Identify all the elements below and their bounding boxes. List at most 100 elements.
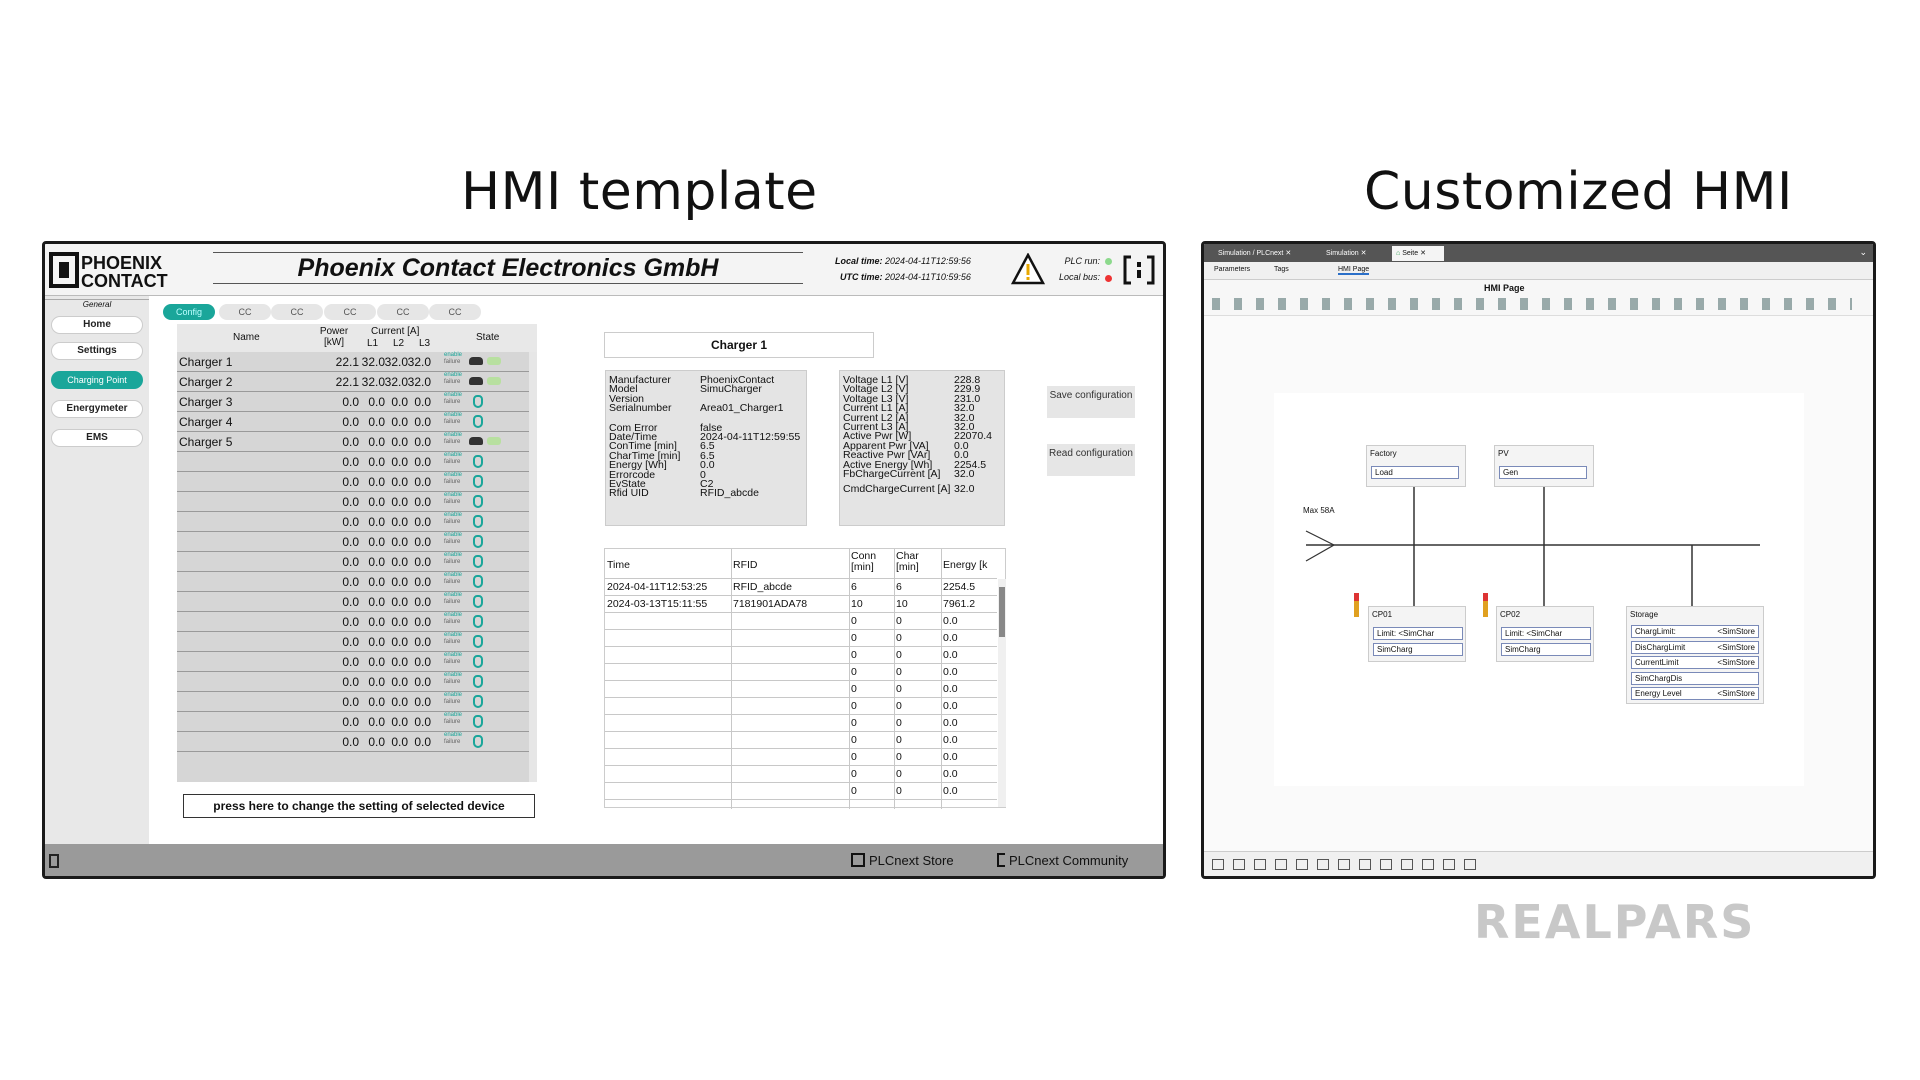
table-row[interactable]: 0.0 0.0 0.0 0.0 enable failure: [177, 692, 529, 712]
table-row[interactable]: 0.0 0.0 0.0 0.0 enable failure: [177, 452, 529, 472]
community-label: PLCnext Community: [1009, 853, 1129, 868]
change-setting-button[interactable]: press here to change the setting of sele…: [183, 794, 535, 818]
table-row[interactable]: 0.0 0.0 0.0 0.0 enable failure: [177, 632, 529, 652]
tab-cc-3[interactable]: CC: [324, 304, 376, 320]
table-row[interactable]: Charger 5 0.0 0.0 0.0 0.0 enable failure: [177, 432, 529, 452]
storage-field[interactable]: CurrentLimit <SimStore: [1631, 656, 1759, 669]
plcnext-icon[interactable]: [1121, 253, 1157, 292]
subtab-tags[interactable]: Tags: [1274, 266, 1289, 273]
tab-config[interactable]: Config: [163, 304, 215, 320]
tab-cc-5[interactable]: CC: [429, 304, 481, 320]
chevron-down-icon[interactable]: ⌄: [1859, 247, 1867, 258]
toolbar-tool-icon[interactable]: [1296, 859, 1308, 870]
failure-label: failure: [444, 719, 461, 725]
toolbar-icons[interactable]: [1212, 298, 1852, 310]
sidebar-item-charging-point[interactable]: Charging Point: [51, 371, 143, 389]
sidebar-item-settings[interactable]: Settings: [51, 342, 143, 360]
cp01-node[interactable]: CP01 Limit: <SimChar SimCharg: [1368, 606, 1466, 662]
history-row[interactable]: 0 0 0.0: [605, 681, 997, 698]
toolbar-tool-icon[interactable]: [1401, 859, 1413, 870]
table-row[interactable]: Charger 1 22.1 32.0 32.0 32.0 enable failure: [177, 352, 529, 372]
history-row[interactable]: 0 0 0.0: [605, 698, 997, 715]
toolbar-tool-icon[interactable]: [1422, 859, 1434, 870]
tab-simulation-plcnext-label: Simulation / PLCnext: [1218, 250, 1284, 257]
history-cell: 0.0: [943, 615, 958, 627]
cp01-simcharg-field[interactable]: SimCharg: [1373, 643, 1463, 656]
storage-node[interactable]: Storage ChargLimit: <SimStore DisChargLimi…: [1626, 606, 1764, 704]
storage-field[interactable]: Energy Level <SimStore: [1631, 687, 1759, 700]
tab-cc-1[interactable]: CC: [219, 304, 271, 320]
tab-cc-2[interactable]: CC: [271, 304, 323, 320]
save-configuration-button[interactable]: Save configuration: [1047, 386, 1135, 418]
table-row[interactable]: 0.0 0.0 0.0 0.0 enable failure: [177, 732, 529, 752]
charger-p: 22.1: [335, 355, 359, 369]
history-row[interactable]: 0 0 0.0: [605, 647, 997, 664]
history-col-energy: Energy [k: [943, 559, 988, 571]
history-row[interactable]: 0 0 0.0: [605, 664, 997, 681]
toolbar-tool-icon[interactable]: [1359, 859, 1371, 870]
table-row[interactable]: 0.0 0.0 0.0 0.0 enable failure: [177, 572, 529, 592]
toolbar-tool-icon[interactable]: [1212, 859, 1224, 870]
sidebar-item-home[interactable]: Home: [51, 316, 143, 334]
toolbar-tool-icon[interactable]: [1338, 859, 1350, 870]
table-row[interactable]: Charger 2 22.1 32.0 32.0 32.0 enable failure: [177, 372, 529, 392]
table-row[interactable]: Charger 4 0.0 0.0 0.0 0.0 enable failure: [177, 412, 529, 432]
toolbar-tool-icon[interactable]: [1443, 859, 1455, 870]
table-row[interactable]: 0.0 0.0 0.0 0.0 enable failure: [177, 712, 529, 732]
col-state: State: [476, 332, 500, 343]
read-configuration-button[interactable]: Read configuration: [1047, 444, 1135, 476]
tab-simulation-plcnext[interactable]: Simulation / PLCnext ✕: [1214, 246, 1318, 261]
factory-load-field[interactable]: Load: [1371, 466, 1459, 479]
table-row[interactable]: 0.0 0.0 0.0 0.0 enable failure: [177, 592, 529, 612]
sidebar-item-ems[interactable]: EMS: [51, 429, 143, 447]
history-row[interactable]: 0 0 0.0: [605, 613, 997, 630]
enable-label: enable: [444, 412, 463, 418]
history-row[interactable]: 0 0 0.0: [605, 630, 997, 647]
pv-node[interactable]: PV Gen: [1494, 445, 1594, 487]
storage-field[interactable]: SimChargDis: [1631, 671, 1759, 685]
tab-cc-4[interactable]: CC: [377, 304, 429, 320]
subtab-hmi-page[interactable]: HMI Page: [1338, 266, 1370, 275]
table-row[interactable]: Charger 3 0.0 0.0 0.0 0.0 enable failure: [177, 392, 529, 412]
toolbar-tool-icon[interactable]: [1380, 859, 1392, 870]
warning-icon[interactable]: [1010, 252, 1046, 290]
history-row[interactable]: 2024-03-13T15:11:55 7181901ADA78 10 10 7961.…: [605, 596, 997, 613]
table-row[interactable]: 0.0 0.0 0.0 0.0 enable failure: [177, 612, 529, 632]
storage-field[interactable]: DisChargLimit <SimStore: [1631, 640, 1759, 654]
history-scrollbar[interactable]: [998, 579, 1006, 807]
toolbar-tool-icon[interactable]: [1233, 859, 1245, 870]
table-row[interactable]: 0.0 0.0 0.0 0.0 enable failure: [177, 652, 529, 672]
subtab-parameters[interactable]: Parameters: [1214, 266, 1250, 273]
toolbar-tool-icon[interactable]: [1254, 859, 1266, 870]
plcnext-community-link[interactable]: PLCnext Community: [997, 853, 1128, 868]
footer-left-icon[interactable]: [49, 854, 59, 868]
tab-simulation[interactable]: Simulation ✕: [1322, 246, 1388, 261]
factory-node[interactable]: Factory Load: [1366, 445, 1466, 487]
cp02-limit-field[interactable]: Limit: <SimChar: [1501, 627, 1591, 640]
table-row[interactable]: 0.0 0.0 0.0 0.0 enable failure: [177, 672, 529, 692]
toolbar-tool-icon[interactable]: [1317, 859, 1329, 870]
history-scroll-thumb[interactable]: [999, 587, 1005, 637]
cp02-simcharg-field[interactable]: SimCharg: [1501, 643, 1591, 656]
storage-field[interactable]: ChargLimit: <SimStore: [1631, 625, 1759, 638]
table-scrollbar[interactable]: [529, 352, 537, 782]
history-row[interactable]: 0 0 0.0: [605, 732, 997, 749]
table-row[interactable]: 0.0 0.0 0.0 0.0 enable failure: [177, 492, 529, 512]
table-row[interactable]: 0.0 0.0 0.0 0.0 enable failure: [177, 512, 529, 532]
pv-gen-field[interactable]: Gen: [1499, 466, 1587, 479]
sidebar-item-energymeter[interactable]: Energymeter: [51, 400, 143, 418]
history-row[interactable]: 0 0 0.0: [605, 783, 997, 800]
history-row[interactable]: 2024-04-11T12:53:25 RFID_abcde 6 6 2254.5: [605, 579, 997, 596]
table-row[interactable]: 0.0 0.0 0.0 0.0 enable failure: [177, 552, 529, 572]
table-row[interactable]: 0.0 0.0 0.0 0.0 enable failure: [177, 472, 529, 492]
history-row[interactable]: 0 0 0.0: [605, 715, 997, 732]
history-row[interactable]: 0 0 0.0: [605, 766, 997, 783]
cp02-node[interactable]: CP02 Limit: <SimChar SimCharg: [1496, 606, 1594, 662]
toolbar-tool-icon[interactable]: [1464, 859, 1476, 870]
cp01-limit-field[interactable]: Limit: <SimChar: [1373, 627, 1463, 640]
table-row[interactable]: 0.0 0.0 0.0 0.0 enable failure: [177, 532, 529, 552]
plcnext-store-link[interactable]: PLCnext Store: [851, 853, 954, 868]
history-row[interactable]: 0 0 0.0: [605, 749, 997, 766]
toolbar-tool-icon[interactable]: [1275, 859, 1287, 870]
tab-seite[interactable]: ⌂ Seite ✕: [1392, 246, 1444, 261]
